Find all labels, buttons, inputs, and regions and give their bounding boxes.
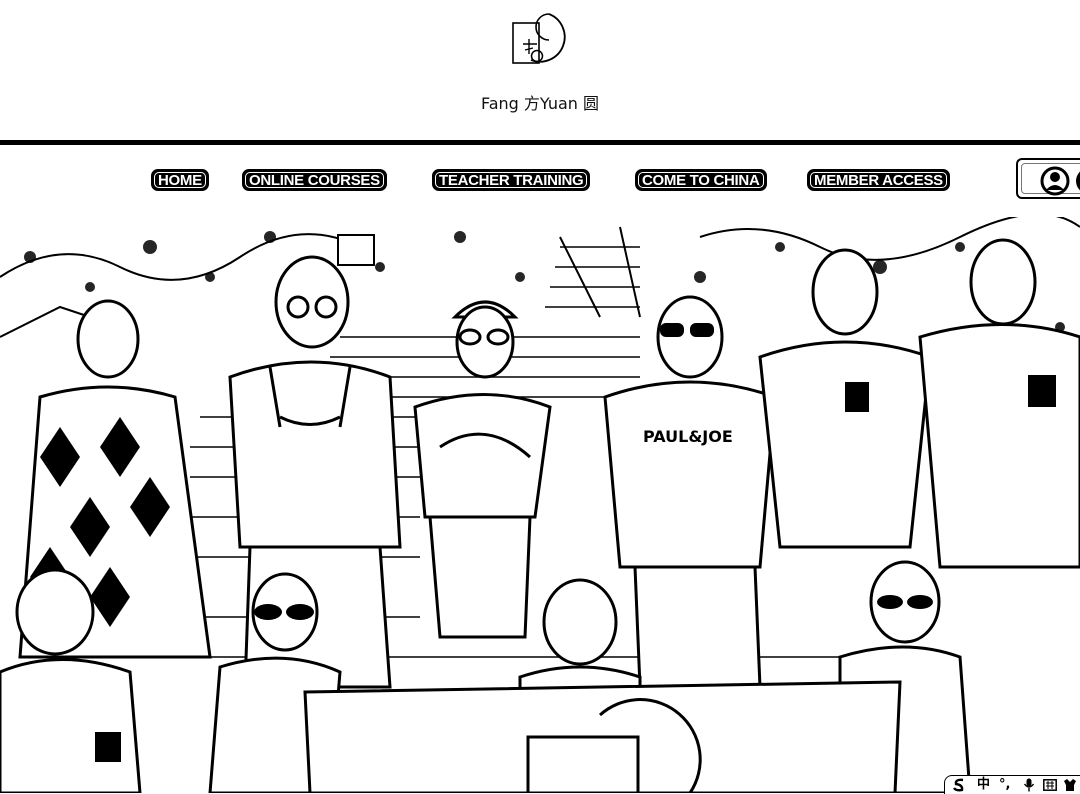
sogou-icon[interactable] bbox=[951, 777, 967, 793]
nav-home[interactable]: HOME bbox=[151, 169, 209, 191]
ime-punct-toggle[interactable]: °, bbox=[999, 777, 1010, 793]
mic-icon[interactable] bbox=[1023, 778, 1035, 792]
fang-yuan-logo-icon[interactable] bbox=[509, 10, 571, 72]
account-menu-icon bbox=[1076, 168, 1080, 194]
nav-teacher-training[interactable]: TEACHER TRAINING bbox=[432, 169, 591, 191]
nav-member-access[interactable]: MEMBER ACCESS bbox=[807, 169, 950, 191]
ime-lang-toggle[interactable]: 中 bbox=[977, 777, 990, 793]
hero-group-photo: PAUL&JOE bbox=[0, 217, 1080, 793]
site-header: Fang 方Yuan 圆 bbox=[0, 0, 1080, 140]
group-photo-illustration: PAUL&JOE bbox=[0, 217, 1080, 793]
keyboard-icon[interactable] bbox=[1043, 779, 1057, 791]
user-account-icon bbox=[1040, 166, 1070, 196]
nav-online-courses[interactable]: ONLINE COURSES bbox=[242, 169, 387, 191]
nav-come-to-china[interactable]: COME TO CHINA bbox=[635, 169, 767, 191]
site-brand-name: Fang 方Yuan 圆 bbox=[480, 94, 600, 113]
account-button[interactable] bbox=[1016, 158, 1080, 199]
shirt-print-text: PAUL&JOE bbox=[643, 427, 733, 446]
skin-icon[interactable] bbox=[1063, 778, 1077, 792]
ime-toolbar[interactable]: 中 °, bbox=[944, 775, 1080, 794]
